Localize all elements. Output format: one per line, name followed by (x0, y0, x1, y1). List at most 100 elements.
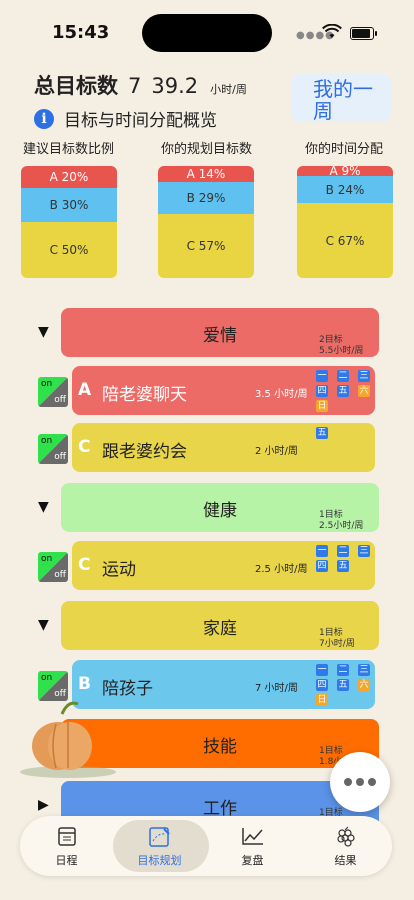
battery-icon (350, 27, 377, 40)
tab-results[interactable]: 结果 (299, 816, 392, 876)
category-hours: 2.5小时/周 (319, 521, 364, 531)
on-off-toggle[interactable]: on off (38, 552, 68, 582)
tab-label: 结果 (334, 854, 357, 867)
dynamic-island (142, 14, 272, 52)
task-name: 陪老婆聊天 (102, 385, 187, 405)
task-row[interactable]: C 跟老婆约会 2 小时/周 五 (72, 423, 375, 472)
weekday-badge: 日 (316, 694, 328, 706)
tab-label: 复盘 (241, 854, 264, 867)
toggle-on-label: on (41, 436, 53, 446)
weekday-badge: 六 (358, 679, 370, 691)
weekday-badge: 五 (337, 385, 349, 397)
task-weekdays: 一二三四五 (316, 545, 372, 572)
tab-bar: 日程 目标规划 复盘 结果 (20, 816, 392, 876)
task-priority-letter: A (78, 380, 92, 400)
summary-segment-c: C 57% (158, 214, 254, 278)
on-off-toggle[interactable]: on off (38, 377, 68, 407)
weekday-badge: 五 (337, 560, 349, 572)
goal-summary-header: 总目标数 7 39.2 小时/周 (34, 70, 247, 100)
overview-row[interactable]: i 目标与时间分配概览 (34, 106, 217, 131)
category-meta: 1目标 7小时/周 (319, 628, 355, 650)
overview-label: 目标与时间分配概览 (64, 111, 217, 131)
calendar-icon (57, 827, 76, 846)
weekday-badge: 三 (358, 370, 370, 382)
weekday-badge: 三 (358, 545, 370, 557)
status-bar: 15:43 ●●●● (0, 0, 414, 60)
toggle-off-label: off (54, 570, 66, 580)
collapse-arrow-icon[interactable]: ▼ (38, 324, 49, 340)
task-name: 陪孩子 (102, 679, 153, 699)
toggle-off-label: off (54, 452, 66, 462)
task-hours: 7 小时/周 (255, 683, 298, 694)
category-hours: 7小时/周 (319, 639, 355, 649)
category-row[interactable]: 爱情 2目标 5.5小时/周 (61, 308, 379, 357)
tab-label: 目标规划 (137, 854, 182, 867)
task-hours: 3.5 小时/周 (255, 389, 308, 400)
weekday-badge: 三 (358, 664, 370, 676)
category-meta: 1目标 2.5小时/周 (319, 510, 363, 532)
task-priority-letter: B (78, 674, 91, 694)
on-off-toggle[interactable]: on off (38, 671, 68, 701)
info-icon[interactable]: i (34, 108, 54, 129)
task-priority-letter: C (78, 437, 91, 457)
weekday-badge: 四 (316, 385, 328, 397)
pumpkin-illustration (20, 701, 116, 778)
task-weekdays: 五 (316, 427, 372, 439)
more-button[interactable] (330, 752, 390, 812)
summary-segment-a: A 14% (158, 166, 254, 182)
weekday-badge: 四 (316, 560, 328, 572)
summary-stacked-bar: A 14% B 29% C 57% (158, 166, 254, 278)
summary-segment-b: B 30% (21, 188, 117, 222)
tab-review[interactable]: 复盘 (206, 816, 299, 876)
weekday-badge: 二 (337, 370, 349, 382)
on-off-toggle[interactable]: on off (38, 434, 68, 464)
summary-column-title: 你的规划目标数 (161, 142, 253, 157)
summary-segment-b: B 29% (158, 182, 254, 214)
my-week-button[interactable]: 我的一周 (291, 74, 391, 122)
category-row[interactable]: 家庭 1目标 7小时/周 (61, 601, 379, 650)
weekday-badge: 五 (337, 679, 349, 691)
expand-arrow-icon[interactable]: ▶ (38, 797, 49, 813)
goal-plan-icon (148, 827, 170, 847)
toggle-on-label: on (41, 554, 53, 564)
summary-segment-b: B 24% (297, 176, 393, 203)
category-goal-count: 1目标 (319, 628, 343, 638)
summary-segment-a: A 20% (21, 166, 117, 188)
summary-stacked-bar: A 20% B 30% C 50% (21, 166, 117, 278)
page-title: 总目标数 (34, 74, 118, 98)
category-goal-count: 1目标 (319, 510, 343, 520)
collapse-arrow-icon[interactable]: ▼ (38, 499, 49, 515)
hours-unit: 小时/周 (210, 83, 247, 96)
task-priority-letter: C (78, 555, 91, 575)
toggle-off-label: off (54, 689, 66, 699)
task-row[interactable]: C 运动 2.5 小时/周一二三四五 (72, 541, 375, 590)
task-weekdays: 一二三四五六日 (316, 370, 372, 412)
tab-goal-planning[interactable]: 目标规划 (113, 816, 209, 876)
collapse-arrow-icon[interactable]: ▼ (38, 617, 49, 633)
task-name: 跟老婆约会 (102, 442, 187, 462)
chart-icon (241, 828, 263, 845)
task-hours: 2.5 小时/周 (255, 564, 308, 575)
category-meta: 2目标 5.5小时/周 (319, 335, 363, 357)
grapes-icon (336, 826, 355, 847)
weekday-badge: 二 (337, 664, 349, 676)
toggle-on-label: on (41, 379, 53, 389)
summary-column-title: 建议目标数比例 (23, 142, 115, 157)
category-row[interactable]: 健康 1目标 2.5小时/周 (61, 483, 379, 532)
task-name: 运动 (102, 560, 136, 580)
weekday-badge: 一 (316, 545, 328, 557)
summary-segment-c: C 50% (21, 222, 117, 278)
summary-segment-c: C 67% (297, 203, 393, 278)
category-goal-count: 2目标 (319, 335, 343, 345)
total-hours: 39.2 (151, 74, 199, 98)
toggle-on-label: on (41, 673, 53, 683)
category-hours: 5.5小时/周 (319, 346, 364, 356)
tab-label: 日程 (55, 854, 78, 867)
summary-column-title: 你的时间分配 (305, 142, 384, 157)
tab-schedule[interactable]: 日程 (20, 816, 113, 876)
weekday-badge: 一 (316, 370, 328, 382)
task-weekdays: 一二三四五六日 (316, 664, 372, 706)
weekday-badge: 四 (316, 679, 328, 691)
weekday-badge: 二 (337, 545, 349, 557)
task-row[interactable]: A 陪老婆聊天 3.5 小时/周一二三四五六日 (72, 366, 375, 415)
